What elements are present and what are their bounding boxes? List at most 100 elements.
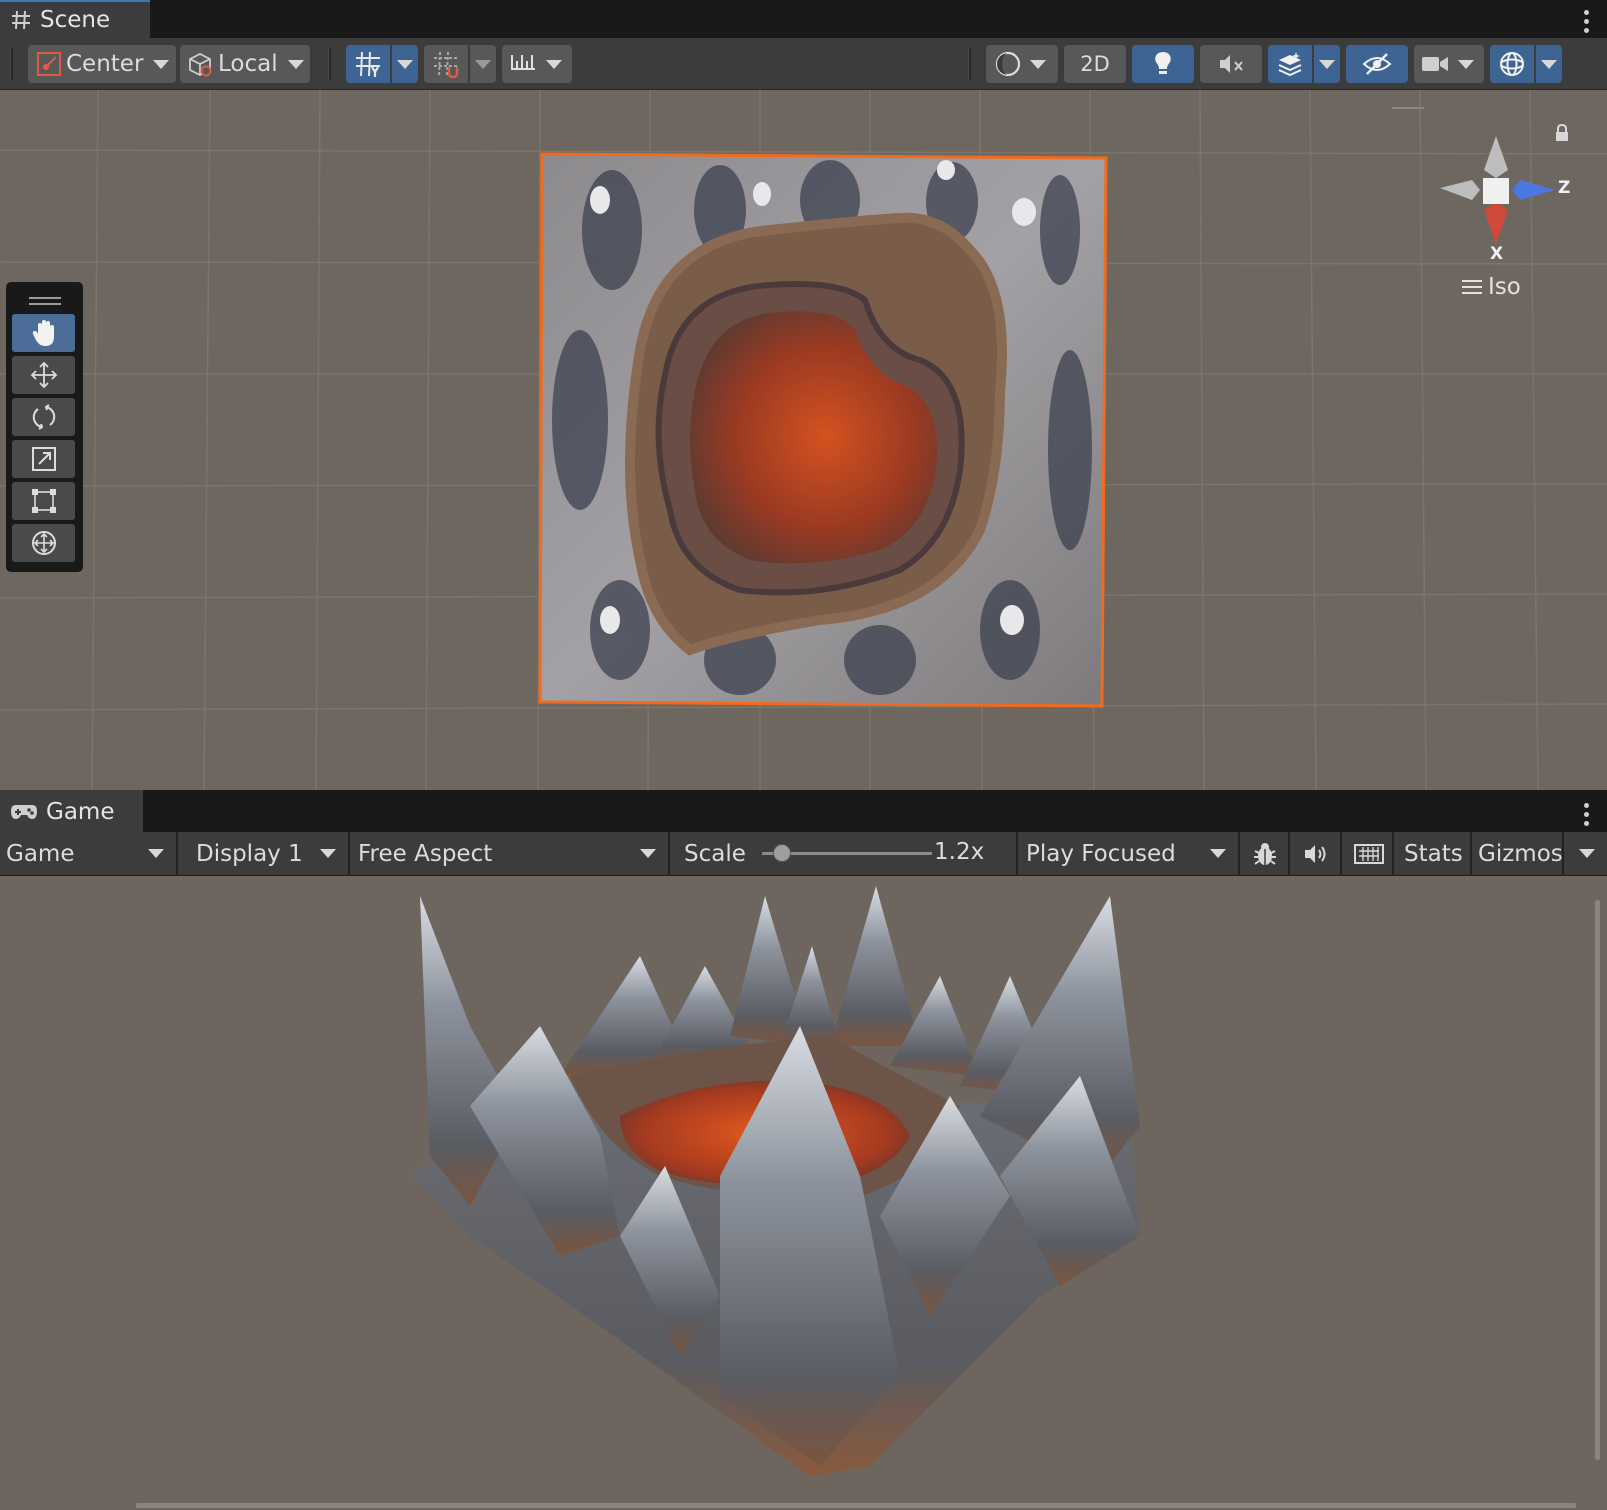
- gizmo-axis-z-label: Z: [1558, 178, 1571, 198]
- grid-snap-options-dropdown[interactable]: [470, 45, 496, 83]
- chevron-down-icon: [148, 849, 164, 858]
- display-select-dropdown[interactable]: Display 1: [178, 832, 350, 876]
- gamepad-icon: [11, 805, 37, 819]
- gizmos-toggle-button[interactable]: [1490, 45, 1534, 83]
- tab-scene[interactable]: Scene: [0, 0, 150, 38]
- scale-control: Scale 1.2x: [670, 832, 1018, 876]
- toggle-2d-label: 2D: [1080, 52, 1110, 76]
- scene-tab-bar: Scene: [0, 0, 1607, 38]
- gizmos-label: Gizmos: [1478, 841, 1563, 867]
- hand-tool-button[interactable]: [12, 314, 75, 352]
- chevron-down-icon: [1319, 59, 1335, 69]
- menu-lines-icon: [1462, 280, 1482, 294]
- toolbar-separator: [968, 48, 971, 80]
- vertical-scrollbar[interactable]: [1595, 900, 1600, 1460]
- rect-tool-button[interactable]: [12, 482, 75, 520]
- audio-muted-icon: [1220, 55, 1243, 73]
- gizmo-axis-x-label: X: [1490, 244, 1504, 264]
- move-tool-button[interactable]: [12, 356, 75, 394]
- scene-effects-button[interactable]: [1268, 45, 1312, 83]
- transform-icon: [31, 531, 56, 555]
- projection-label: Iso: [1488, 274, 1521, 300]
- chevron-down-icon: [475, 59, 491, 69]
- frame-debugger-button[interactable]: [1240, 832, 1290, 876]
- gizmos-button[interactable]: Gizmos: [1472, 832, 1564, 876]
- view-select-dropdown[interactable]: Game: [0, 832, 178, 876]
- play-mode-value: Play Focused: [1026, 841, 1176, 867]
- terrain-top-view[interactable]: [0, 90, 1607, 790]
- scale-label: Scale: [684, 841, 746, 867]
- grid-visibility-button[interactable]: [346, 45, 390, 83]
- chevron-down-icon: [1030, 59, 1046, 69]
- game-tab-bar: Game: [0, 790, 1607, 832]
- rotate-tool-button[interactable]: [12, 398, 75, 436]
- tool-palette-grip-icon[interactable]: [12, 288, 77, 314]
- scene-lighting-button[interactable]: [1132, 45, 1194, 83]
- tool-palette: [6, 282, 83, 572]
- game-tab-label: Game: [46, 799, 115, 825]
- pivot-space-dropdown[interactable]: Local: [180, 45, 310, 83]
- chevron-down-icon: [1541, 59, 1557, 69]
- scene-camera-dropdown[interactable]: [1414, 45, 1484, 83]
- ruler-icon: [511, 55, 535, 70]
- scene-more-menu-icon[interactable]: [1583, 10, 1589, 33]
- display-select-value: Display 1: [196, 841, 303, 867]
- pivot-center-icon: [37, 52, 61, 76]
- move-arrows-icon: [30, 361, 57, 389]
- gizmos-options-dropdown[interactable]: [1564, 832, 1607, 876]
- chevron-down-icon: [287, 59, 304, 69]
- shaded-sphere-icon: [995, 51, 1021, 77]
- chevron-down-icon: [153, 59, 170, 69]
- rotate-icon: [32, 404, 55, 430]
- gizmo-drag-handle[interactable]: [1392, 107, 1424, 109]
- pivot-mode-dropdown[interactable]: Center: [28, 45, 176, 83]
- gizmo-globe-icon: [1500, 52, 1524, 76]
- lock-icon[interactable]: [1554, 124, 1570, 142]
- aspect-select-dropdown[interactable]: Free Aspect: [350, 832, 670, 876]
- scene-tab-label: Scene: [40, 7, 111, 33]
- grid-snap-icon: [434, 51, 459, 79]
- hidden-eye-icon: [1362, 53, 1392, 75]
- draw-mode-dropdown[interactable]: [986, 45, 1058, 83]
- scene-effects-dropdown[interactable]: [1314, 45, 1340, 83]
- light-bulb-icon: [1155, 52, 1171, 74]
- camera-icon: [1422, 57, 1448, 71]
- horizontal-scrollbar[interactable]: [136, 1503, 1576, 1508]
- toolbar-separator: [10, 48, 13, 80]
- scene-visibility-button[interactable]: [1346, 45, 1408, 83]
- game-more-menu-icon[interactable]: [1583, 803, 1589, 826]
- stats-label: Stats: [1404, 841, 1463, 867]
- hash-icon: [12, 10, 30, 30]
- stats-button[interactable]: Stats: [1394, 832, 1472, 876]
- local-cube-icon: [189, 52, 212, 77]
- aspect-select-value: Free Aspect: [358, 841, 493, 867]
- pivot-space-label: Local: [218, 51, 278, 77]
- game-viewport[interactable]: [0, 876, 1607, 1510]
- grid-snapping-button[interactable]: [424, 45, 468, 83]
- grid-y-icon: [356, 51, 380, 77]
- grid-options-dropdown[interactable]: [392, 45, 418, 83]
- scene-audio-button[interactable]: [1200, 45, 1262, 83]
- mute-audio-button[interactable]: [1290, 832, 1342, 876]
- chevron-down-icon: [1579, 849, 1595, 858]
- gizmos-dropdown[interactable]: [1536, 45, 1562, 83]
- projection-toggle[interactable]: Iso: [1462, 274, 1521, 300]
- game-toolbar: Game Display 1 Free Aspect Scale 1.2x Pl…: [0, 832, 1607, 876]
- toggle-2d-button[interactable]: 2D: [1064, 45, 1126, 83]
- chevron-down-icon: [320, 849, 336, 858]
- play-mode-dropdown[interactable]: Play Focused: [1018, 832, 1240, 876]
- scale-value: 1.2x: [934, 839, 985, 865]
- tab-game[interactable]: Game: [0, 790, 143, 832]
- shortcuts-keyboard-button[interactable]: [1342, 832, 1394, 876]
- toolbar-separator: [328, 48, 331, 80]
- scene-viewport[interactable]: Z X Iso: [0, 90, 1607, 790]
- pivot-mode-label: Center: [66, 51, 144, 77]
- hand-icon: [32, 320, 54, 346]
- view-select-value: Game: [6, 841, 75, 867]
- scene-toolbar: Center Local 2D: [0, 38, 1607, 90]
- scale-tool-button[interactable]: [12, 440, 75, 478]
- scale-slider-thumb[interactable]: [773, 844, 792, 862]
- increment-snapping-button[interactable]: [502, 45, 572, 83]
- keyboard-icon: [1354, 844, 1384, 864]
- transform-tool-button[interactable]: [12, 524, 75, 562]
